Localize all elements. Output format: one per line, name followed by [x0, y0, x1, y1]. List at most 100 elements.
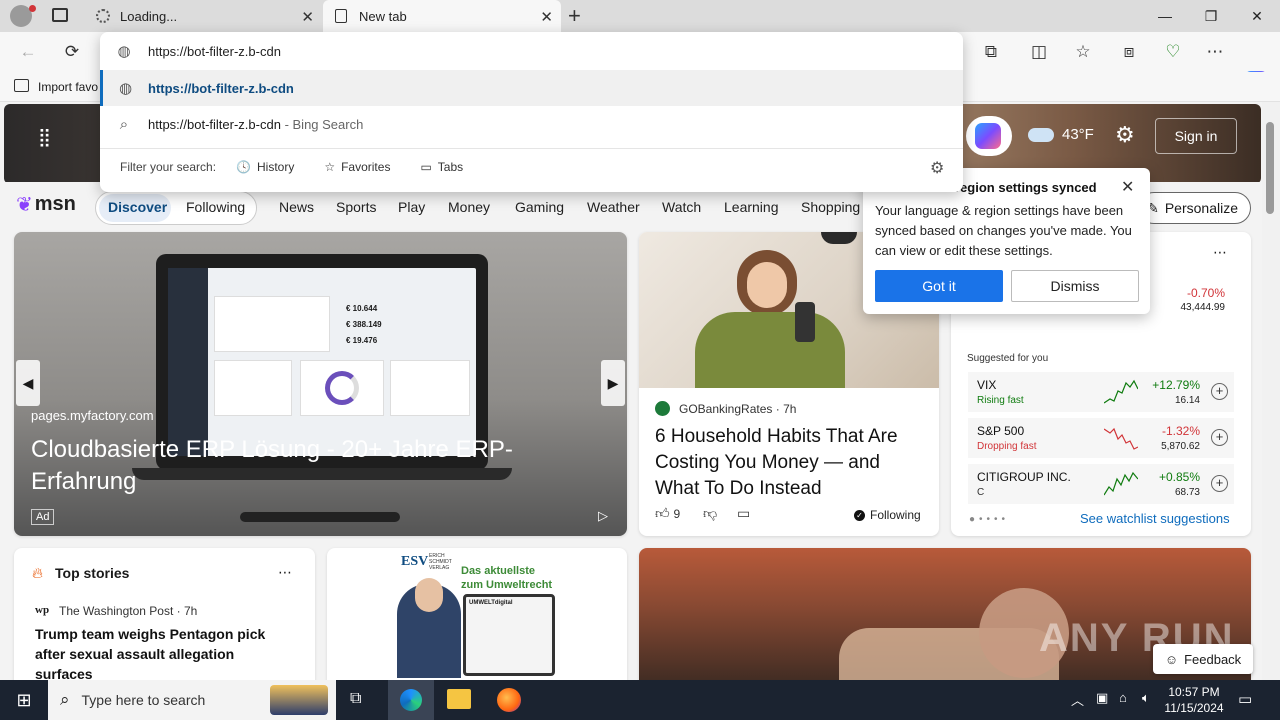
popup-close-icon[interactable]: ✕	[1121, 177, 1134, 197]
favorites-icon[interactable]: ☆	[1068, 37, 1098, 67]
nav-sports[interactable]: Sports	[336, 199, 376, 215]
following-status[interactable]: ✓ Following	[854, 508, 921, 522]
like-button[interactable]: 👍︎ 9	[655, 505, 680, 522]
network-icon[interactable]: ▣	[1096, 690, 1108, 706]
ad-choices-icon[interactable]: ▷	[598, 508, 608, 524]
tab-loading[interactable]: Loading... ✕	[84, 0, 322, 32]
page-scrollbar[interactable]	[1262, 102, 1280, 680]
carousel-prev-button[interactable]: ◀	[16, 360, 40, 406]
fire-icon: 🔥︎	[32, 565, 44, 582]
top-stories-title: Top stories	[55, 565, 130, 581]
tab-following[interactable]: Following	[186, 199, 245, 215]
tab-actions-icon[interactable]	[52, 8, 68, 22]
nav-learning[interactable]: Learning	[724, 199, 779, 215]
split-screen-icon[interactable]: ◫	[1024, 37, 1054, 67]
watchlist-row-citigroup[interactable]: CITIGROUP INC. C +0.85% 68.73 +	[968, 464, 1234, 504]
search-highlight-image	[270, 685, 328, 715]
nav-news[interactable]: News	[279, 199, 314, 215]
watchlist-row-vix[interactable]: VIX Rising fast +12.79% 16.14 +	[968, 372, 1234, 412]
filter-history[interactable]: 🕓 History	[236, 160, 294, 174]
carousel-dots[interactable]	[240, 512, 400, 522]
add-to-watchlist-icon[interactable]: +	[1211, 475, 1228, 492]
weather-widget[interactable]: 43°F	[1028, 126, 1094, 143]
watchlist-page-dots[interactable]: ●••••	[969, 514, 1009, 525]
more-options-icon[interactable]: ⋯	[278, 564, 292, 581]
restore-button[interactable]: ❐	[1188, 0, 1234, 32]
top-market-row[interactable]: -0.70% 43,444.99	[1140, 280, 1235, 320]
import-favorites-link[interactable]: Import favo	[38, 80, 98, 94]
add-to-watchlist-icon[interactable]: +	[1211, 383, 1228, 400]
close-window-button[interactable]: ✕	[1234, 0, 1280, 32]
stock-price: 68.73	[1174, 487, 1200, 498]
clock[interactable]: 10:57 PM 11/15/2024	[1164, 684, 1224, 716]
add-to-watchlist-icon[interactable]: +	[1211, 429, 1228, 446]
nav-weather[interactable]: Weather	[587, 199, 640, 215]
nav-money[interactable]: Money	[448, 199, 490, 215]
import-icon	[14, 79, 29, 92]
filter-favorites[interactable]: ☆ Favorites	[324, 160, 390, 174]
settings-gear-icon[interactable]: ⚙	[1115, 122, 1135, 148]
address-input-row[interactable]: ◍ https://bot-filter-z.b-cdn	[100, 33, 963, 69]
more-menu-icon[interactable]: ⋯	[1200, 37, 1230, 67]
tab-new-tab[interactable]: New tab ✕	[323, 0, 561, 32]
taskbar-search[interactable]: ⌕ Type here to search	[48, 680, 336, 720]
suggestion-search[interactable]: ⌕ https://bot-filter-z.b-cdn - Bing Sear…	[100, 106, 963, 142]
windows-taskbar: ⊞ ⌕ Type here to search ⧉ ︿ ▣ ⌂ 🔈︎ 10:57…	[0, 680, 1280, 720]
filter-tabs[interactable]: ▭ Tabs	[420, 160, 463, 174]
nav-play[interactable]: Play	[398, 199, 425, 215]
refresh-icon[interactable]: ⟳	[57, 37, 87, 67]
hero-headline[interactable]: Cloudbasierte ERP Lösung - 20+ Jahre ERP…	[31, 434, 531, 498]
personalize-button[interactable]: ✎ Personalize	[1138, 192, 1251, 224]
temperature: 43°F	[1062, 126, 1094, 143]
nav-shopping[interactable]: Shopping	[801, 199, 860, 215]
task-view-icon[interactable]: ⧉	[350, 690, 361, 708]
collections-icon[interactable]: ⧈	[1114, 37, 1144, 67]
esv-ad-card[interactable]: ESV ERICH SCHMIDT VERLAG Das aktuellste …	[327, 548, 627, 680]
got-it-button[interactable]: Got it	[875, 270, 1003, 302]
new-tab-button[interactable]: +	[568, 3, 581, 29]
profile-icon[interactable]	[10, 5, 36, 27]
like-count: 9	[673, 507, 681, 521]
screen-value: € 19.476	[346, 336, 378, 345]
dismiss-button[interactable]: Dismiss	[1011, 270, 1139, 302]
history-icon: 🕓	[236, 160, 251, 174]
nav-watch[interactable]: Watch	[662, 199, 701, 215]
minimize-button[interactable]: —	[1142, 0, 1188, 32]
firefox-icon[interactable]	[497, 688, 521, 712]
dislike-icon[interactable]: 👎︎	[703, 505, 717, 522]
browser-essentials-icon[interactable]: ♡	[1158, 37, 1188, 67]
popup-body: Your language & region settings have bee…	[875, 203, 1132, 258]
watchlist-row-sp500[interactable]: S&P 500 Dropping fast -1.32% 5,870.62 +	[968, 418, 1234, 458]
edge-taskbar-icon[interactable]	[388, 680, 434, 720]
extensions-icon[interactable]: ⧉	[976, 37, 1006, 67]
msn-logo[interactable]: ❦ msn	[16, 192, 76, 217]
scroll-thumb[interactable]	[1266, 122, 1274, 214]
volume-icon[interactable]: 🔈︎	[1142, 690, 1150, 706]
wifi-icon[interactable]: ⌂	[1119, 690, 1127, 705]
more-options-icon[interactable]: ⋯	[1213, 244, 1227, 261]
feedback-button[interactable]: ☺ Feedback	[1153, 644, 1253, 674]
comment-icon[interactable]: ▭	[737, 505, 750, 522]
hero-ad-card[interactable]: € 10.644 € 388.149 € 19.476 ◀ ▶ pages.my…	[14, 232, 627, 536]
search-icon: ⌕	[119, 115, 129, 133]
copilot-button[interactable]	[966, 116, 1012, 156]
close-tab-icon[interactable]: ✕	[540, 8, 553, 26]
back-icon[interactable]: ←	[13, 37, 43, 67]
file-explorer-icon[interactable]	[447, 689, 471, 709]
close-tab-icon[interactable]: ✕	[301, 8, 314, 26]
carousel-next-button[interactable]: ▶	[601, 360, 625, 406]
story-headline[interactable]: Trump team weighs Pentagon pick after se…	[35, 624, 295, 680]
apps-grid-icon[interactable]: ⣿	[38, 127, 58, 147]
notifications-icon[interactable]: ▭	[1238, 690, 1252, 708]
top-pct: -0.70%	[1186, 286, 1225, 300]
address-input[interactable]: https://bot-filter-z.b-cdn	[148, 44, 281, 59]
nav-gaming[interactable]: Gaming	[515, 199, 564, 215]
see-watchlist-link[interactable]: See watchlist suggestions	[1080, 511, 1230, 526]
search-icon: ⌕	[60, 690, 70, 709]
start-button[interactable]: ⊞	[0, 680, 48, 720]
tray-chevron-icon[interactable]: ︿	[1071, 690, 1084, 709]
suggestion-url[interactable]: ◍ https://bot-filter-z.b-cdn	[100, 70, 963, 106]
article-headline[interactable]: 6 Household Habits That Are Costing You …	[655, 424, 929, 502]
search-settings-icon[interactable]: ⚙	[930, 158, 944, 178]
sign-in-button[interactable]: Sign in	[1155, 118, 1237, 154]
